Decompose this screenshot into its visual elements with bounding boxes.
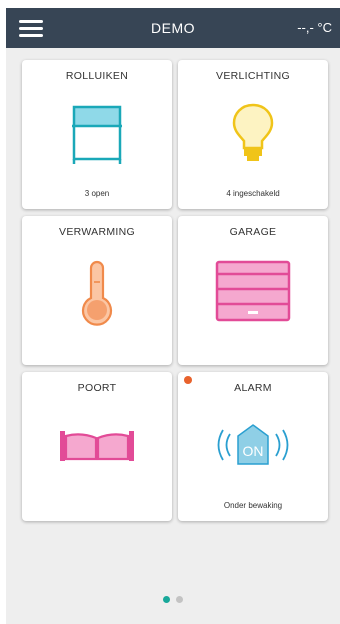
tile-status: 4 ingeschakeld — [226, 189, 280, 198]
tile-title: ALARM — [234, 382, 272, 394]
top-bar: DEMO --,- °C — [6, 8, 340, 48]
tile-garage[interactable]: GARAGE — [178, 216, 328, 365]
tile-title: VERWARMING — [59, 226, 135, 238]
tile-alarm[interactable]: ALARM ON Onder bewaking — [178, 372, 328, 521]
garage-door-icon — [215, 260, 291, 322]
tile-poort[interactable]: POORT — [22, 372, 172, 521]
gate-icon — [60, 431, 134, 461]
app-title: DEMO — [151, 20, 195, 36]
alarm-on-icon: ON — [217, 424, 289, 465]
tile-title: ROLLUIKEN — [65, 70, 129, 82]
app-screen: DEMO --,- °C ROLLUIKEN 3 open VERLICHTIN… — [6, 8, 340, 624]
tile-status: 3 open — [84, 189, 110, 198]
page-indicator — [6, 590, 340, 608]
tile-title: GARAGE — [229, 226, 277, 238]
blinds-icon — [72, 105, 122, 164]
page-dot-2[interactable] — [176, 596, 183, 603]
tile-verwarming[interactable]: VERWARMING — [22, 216, 172, 365]
alarm-badge-text: ON — [243, 443, 264, 459]
temperature-readout: --,- °C — [297, 20, 332, 35]
tile-verlichting[interactable]: VERLICHTING 4 ingeschakeld — [178, 60, 328, 209]
thermometer-icon — [81, 260, 113, 326]
lightbulb-icon — [232, 103, 274, 161]
tile-status: Onder bewaking — [223, 501, 283, 510]
tile-title: VERLICHTING — [216, 70, 290, 82]
tile-title: POORT — [77, 382, 117, 394]
page-dot-1[interactable] — [163, 596, 170, 603]
tile-rolluiken[interactable]: ROLLUIKEN 3 open — [22, 60, 172, 209]
